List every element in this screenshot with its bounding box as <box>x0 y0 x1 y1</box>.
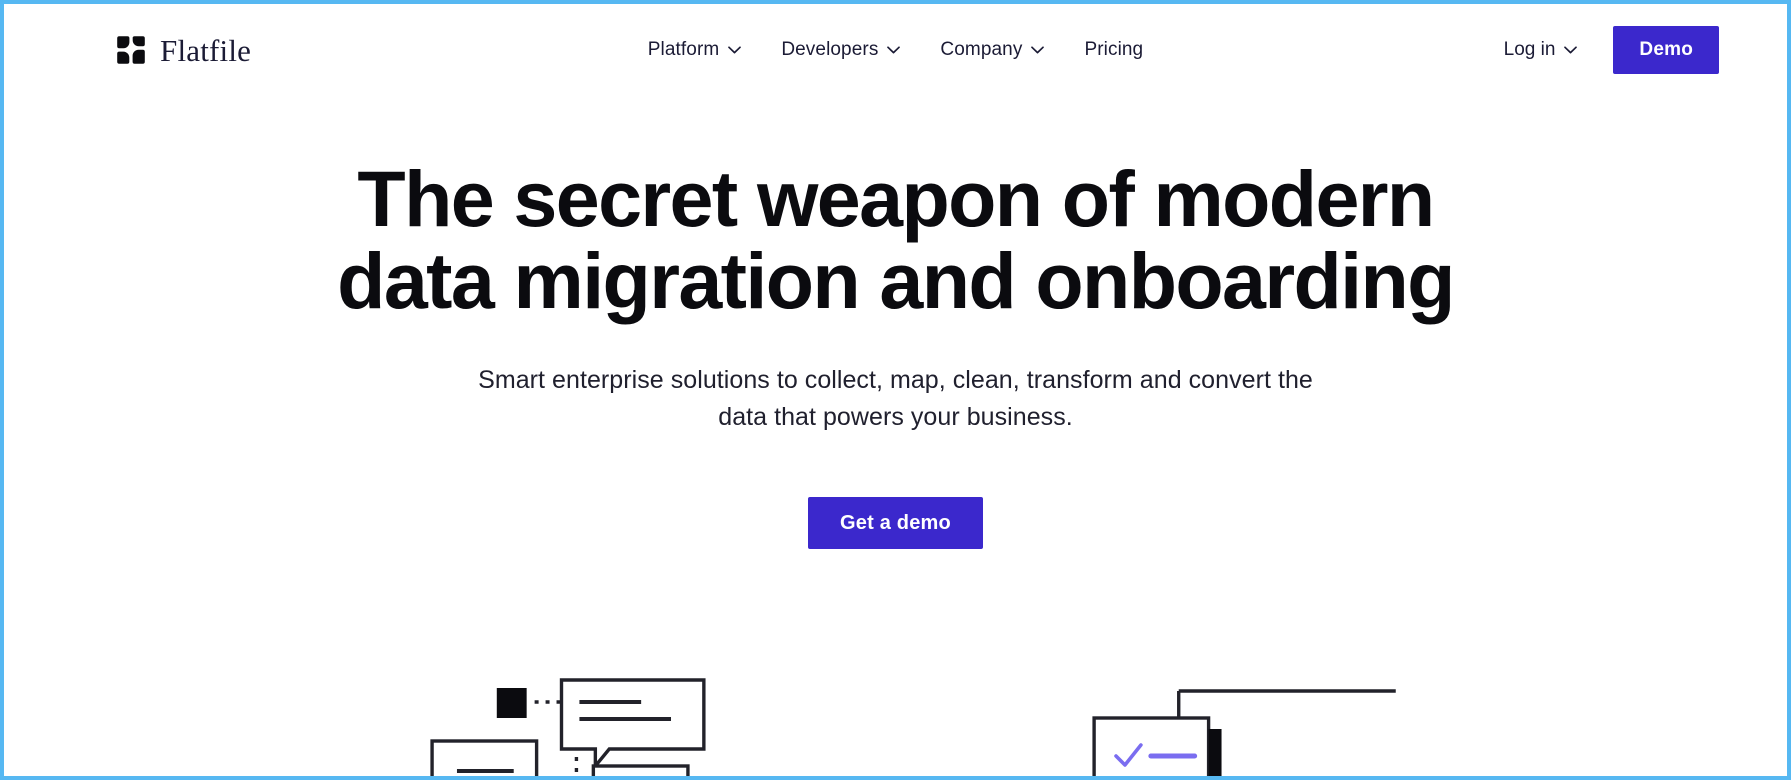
nav-item-label: Pricing <box>1084 39 1144 60</box>
nav-item-developers[interactable]: Developers <box>781 39 901 61</box>
brand-name: Flatfile <box>160 32 252 68</box>
chevron-down-icon <box>1564 46 1578 54</box>
brand-logo-link[interactable]: Flatfile <box>116 35 251 66</box>
landing-page: Flatfile Platform Developers Company Pri… <box>4 4 1787 776</box>
demo-button[interactable]: Demo <box>1613 26 1719 74</box>
chevron-down-icon <box>887 46 901 54</box>
chevron-down-icon <box>1031 46 1045 54</box>
nav-item-platform[interactable]: Platform <box>648 39 742 61</box>
nav-item-label: Company <box>940 39 1023 60</box>
chevron-down-icon <box>728 46 742 54</box>
flatfile-logo-icon <box>116 35 146 65</box>
hero-cta-container: Get a demo <box>4 497 1787 550</box>
header-actions: Log in Demo <box>1504 4 1719 96</box>
nav-item-label: Platform <box>647 39 720 60</box>
get-a-demo-button[interactable]: Get a demo <box>808 497 983 550</box>
hero-illustration <box>4 656 1787 776</box>
hero-subtitle: Smart enterprise solutions to collect, m… <box>478 366 1313 431</box>
site-header: Flatfile Platform Developers Company Pri… <box>4 4 1787 96</box>
page-title: The secret weapon of modern data migrati… <box>337 154 1455 326</box>
login-label: Log in <box>1503 39 1556 60</box>
login-menu[interactable]: Log in <box>1504 39 1578 61</box>
nav-item-pricing[interactable]: Pricing <box>1084 39 1143 61</box>
hero-section: The secret weapon of modern data migrati… <box>4 96 1787 550</box>
nav-item-label: Developers <box>781 39 879 60</box>
screenshot-frame: Flatfile Platform Developers Company Pri… <box>0 0 1791 780</box>
nav-item-company[interactable]: Company <box>940 39 1045 61</box>
